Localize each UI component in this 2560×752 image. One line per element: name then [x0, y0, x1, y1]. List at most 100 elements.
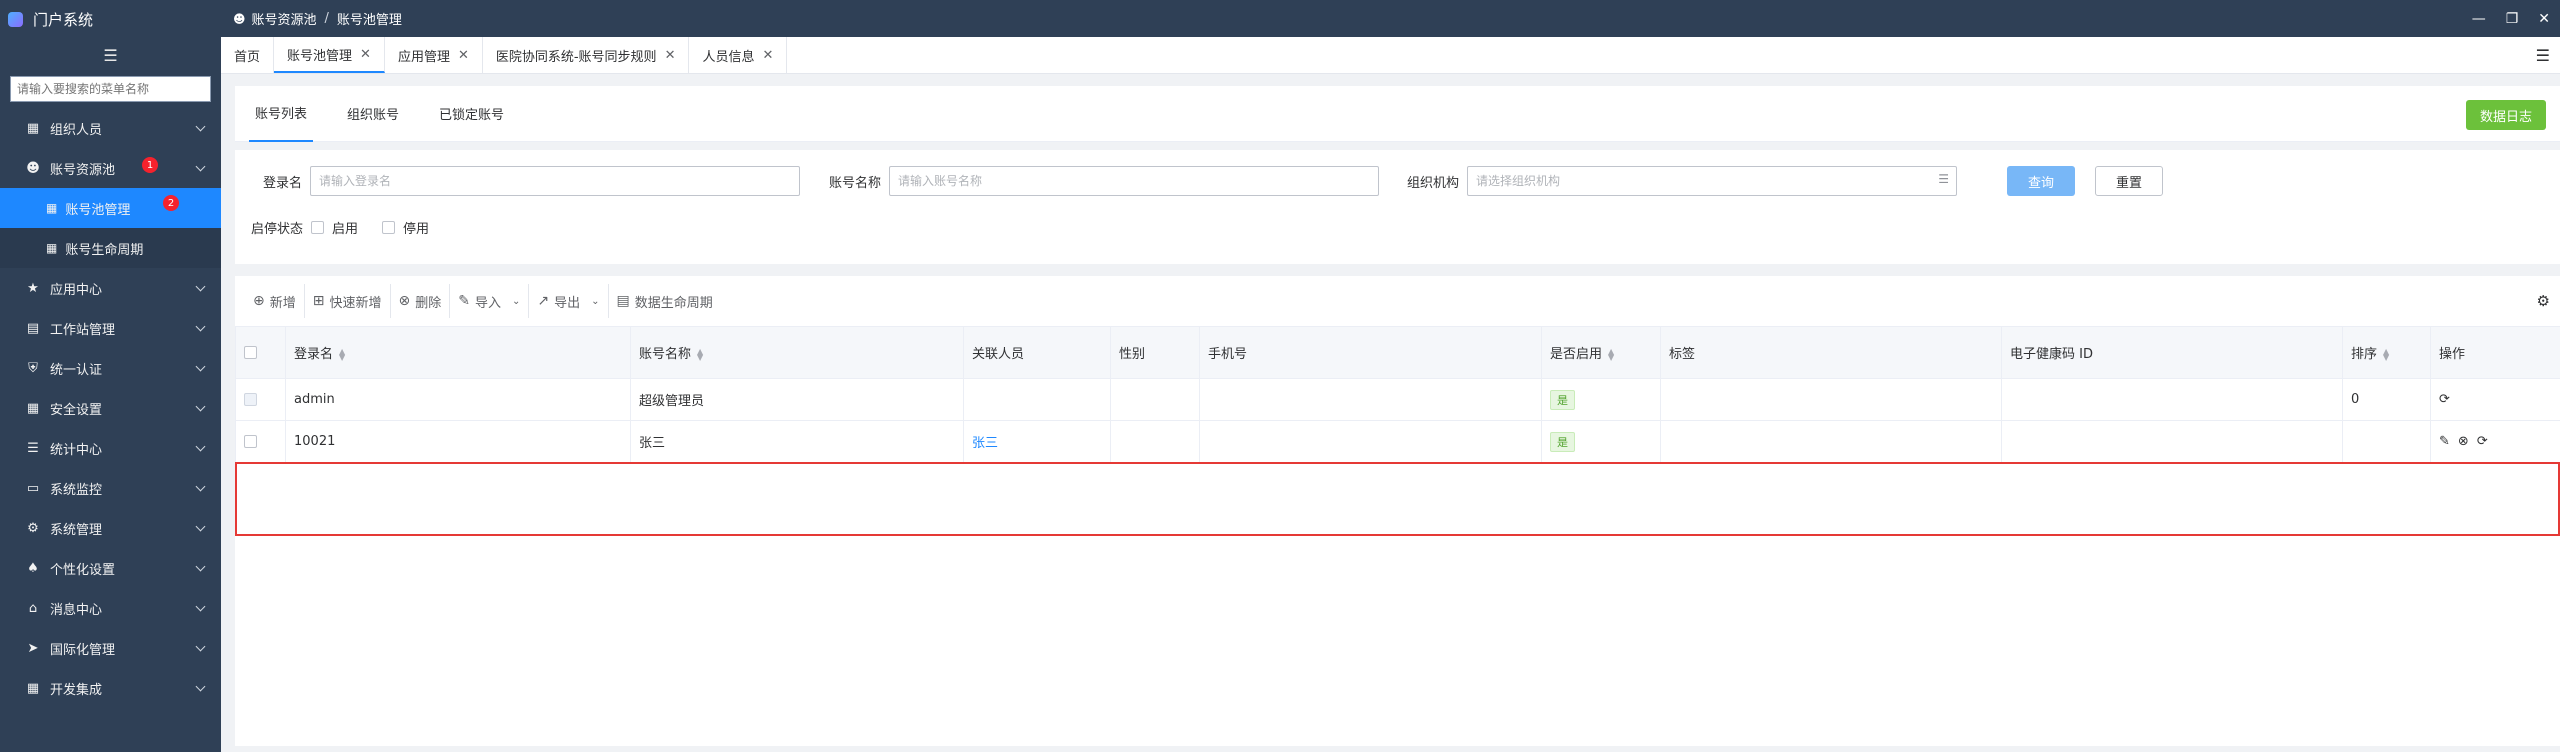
- org-select[interactable]: ☰: [1467, 166, 1958, 196]
- sidebar-item-messages[interactable]: ⌂ 消息中心: [0, 588, 221, 628]
- cell-actions: ⟳: [2430, 378, 2560, 421]
- tab-person-info[interactable]: 人员信息 ✕: [689, 37, 788, 73]
- account-filter: 账号名称: [829, 166, 1380, 196]
- list-icon: ☰: [1938, 172, 1950, 186]
- sort-icon[interactable]: ▲ ▼: [339, 347, 345, 361]
- sort-icon[interactable]: ▲ ▼: [1608, 347, 1614, 361]
- chevron-down-icon: [195, 283, 205, 293]
- subtab-locked-account[interactable]: 已锁定账号: [433, 86, 510, 142]
- account-table: 登录名 ▲ ▼ 账号名称 ▲ ▼ 关联人员 性别 手机号 是否启用 ▲ ▼ 标签 电子健康码…: [235, 326, 2560, 746]
- tab-app-management[interactable]: 应用管理 ✕: [385, 37, 483, 73]
- sidebar-subitem-account-lifecycle[interactable]: ▦ 账号生命周期: [0, 228, 221, 268]
- delete-button[interactable]: ⊗ 删除: [391, 284, 451, 318]
- filter-actions: 查询 重置: [2007, 166, 2163, 196]
- notification-badge: 1: [142, 157, 158, 173]
- person-link[interactable]: 张三: [972, 436, 998, 451]
- quick-add-button[interactable]: ⊞ 快速新增: [305, 284, 391, 318]
- subtab-account-list[interactable]: 账号列表: [249, 86, 314, 142]
- sidebar-item-dev-integration[interactable]: ▦ 开发集成: [0, 668, 221, 708]
- close-icon[interactable]: ✕: [2538, 11, 2550, 27]
- sidebar-item-org-people[interactable]: ▦ 组织人员: [0, 108, 221, 148]
- sidebar-item-monitor[interactable]: ▭ 系统监控: [0, 468, 221, 508]
- column-header-label: 电子健康码 ID: [2010, 347, 2093, 362]
- sidebar-item-workstation[interactable]: ▤ 工作站管理: [0, 308, 221, 348]
- sidebar-item-unified-auth[interactable]: ⛨ 统一认证: [0, 348, 221, 388]
- org-input[interactable]: [1467, 166, 1958, 196]
- sidebar-subitem-account-pool-management[interactable]: ▦ 账号池管理 2: [0, 188, 221, 228]
- sidebar-item-label: 安全设置: [50, 402, 103, 418]
- tab-sync-rules[interactable]: 医院协同系统-账号同步规则 ✕: [483, 37, 690, 73]
- sidebar-item-i18n[interactable]: ➤ 国际化管理: [0, 628, 221, 668]
- table-row[interactable]: admin 超级管理员 是 0 ⟳: [235, 378, 2560, 421]
- tab-account-pool[interactable]: 账号池管理 ✕: [274, 37, 385, 73]
- cell-order: [2342, 420, 2431, 463]
- tab-menu-button[interactable]: ☰: [2536, 37, 2560, 73]
- select-all-checkbox[interactable]: [244, 346, 257, 359]
- cell-tag: [1660, 420, 2002, 463]
- enabled-checkbox[interactable]: [311, 221, 325, 234]
- chevron-down-icon: [195, 643, 205, 653]
- close-icon[interactable]: ✕: [665, 48, 676, 63]
- refresh-icon[interactable]: ⟳: [2477, 434, 2488, 449]
- account-input[interactable]: [889, 166, 1380, 196]
- cell-enabled: 是: [1541, 378, 1661, 421]
- table-header-row: 登录名 ▲ ▼ 账号名称 ▲ ▼ 关联人员 性别 手机号 是否启用 ▲ ▼ 标签 电子健康码…: [235, 326, 2560, 379]
- column-header-login[interactable]: 登录名 ▲ ▼: [285, 326, 631, 379]
- column-header-enabled[interactable]: 是否启用 ▲ ▼: [1541, 326, 1661, 379]
- row-checkbox[interactable]: [244, 435, 257, 448]
- sidebar: 门户系统 ☰ ▦ 组织人员 ☻ 账号资源池 1 ▦ 账号池管理 2 ▦ 账号生命…: [0, 0, 221, 752]
- account-subtabs: 账号列表 组织账号 已锁定账号 数据日志: [235, 86, 2560, 142]
- sidebar-item-system[interactable]: ⚙ 系统管理: [0, 508, 221, 548]
- home-icon: ⌂: [28, 600, 38, 616]
- close-icon[interactable]: ✕: [762, 48, 773, 63]
- menu-collapse-button[interactable]: ☰: [0, 38, 221, 72]
- chevron-down-icon: [195, 123, 205, 133]
- restore-icon[interactable]: ❐: [2506, 11, 2519, 27]
- column-header-account[interactable]: 账号名称 ▲ ▼: [630, 326, 964, 379]
- window-controls: — ❐ ✕: [2472, 0, 2560, 37]
- minimize-icon[interactable]: —: [2472, 11, 2486, 27]
- sort-icon[interactable]: ▲ ▼: [2383, 347, 2389, 361]
- status-filter: 启停状态 启用 停用: [251, 218, 429, 237]
- cell-actions: ✎ ⊗ ⟳: [2430, 420, 2560, 463]
- column-header-tag: 标签: [1660, 326, 2002, 379]
- export-label: 导出: [554, 295, 581, 311]
- subtab-org-account[interactable]: 组织账号: [341, 86, 405, 142]
- query-button[interactable]: 查询: [2007, 166, 2075, 196]
- refresh-icon[interactable]: ⟳: [2439, 392, 2450, 407]
- sort-icon[interactable]: ▲ ▼: [697, 347, 703, 361]
- breadcrumb-level1[interactable]: 账号资源池: [252, 9, 317, 28]
- column-header-label: 操作: [2439, 347, 2466, 362]
- sidebar-item-personalize[interactable]: ♠ 个性化设置: [0, 548, 221, 588]
- tab-home[interactable]: 首页: [221, 37, 275, 73]
- export-button[interactable]: ↗ 导出 ⌄: [529, 284, 609, 318]
- highlight-box: [235, 462, 2560, 536]
- sidebar-item-statistics[interactable]: ☰ 统计中心: [0, 428, 221, 468]
- login-input[interactable]: [310, 166, 801, 196]
- row-checkbox[interactable]: [244, 393, 257, 406]
- cell-health-id: [2001, 420, 2343, 463]
- delete-circle-icon[interactable]: ⊗: [2458, 434, 2469, 449]
- menu-search-input[interactable]: [10, 76, 211, 102]
- chevron-down-icon: [195, 563, 205, 573]
- add-button[interactable]: ⊕ 新增: [245, 284, 305, 318]
- export-icon: ↗: [537, 293, 550, 309]
- close-icon[interactable]: ✕: [458, 48, 469, 63]
- quick-add-label: 快速新增: [329, 295, 382, 311]
- gear-icon[interactable]: ⚙: [2537, 292, 2550, 310]
- table-row[interactable]: 10021 张三 张三 是 ✎ ⊗ ⟳: [235, 420, 2560, 463]
- sidebar-item-account-pool[interactable]: ☻ 账号资源池 1: [0, 148, 221, 188]
- sidebar-item-security[interactable]: ▦ 安全设置: [0, 388, 221, 428]
- close-icon[interactable]: ✕: [360, 47, 371, 62]
- sidebar-item-app-center[interactable]: ★ 应用中心: [0, 268, 221, 308]
- chevron-down-icon: [195, 163, 205, 173]
- data-lifecycle-button[interactable]: ▤ 数据生命周期: [609, 284, 721, 318]
- import-button[interactable]: ✎ 导入 ⌄: [450, 284, 530, 318]
- data-log-button[interactable]: 数据日志: [2465, 100, 2546, 130]
- grid-icon: ▦: [46, 201, 58, 215]
- edit-icon[interactable]: ✎: [2439, 434, 2450, 449]
- reset-button[interactable]: 重置: [2095, 166, 2163, 196]
- chevron-down-icon: [195, 363, 205, 373]
- column-header-order[interactable]: 排序 ▲ ▼: [2342, 326, 2431, 379]
- disabled-checkbox[interactable]: [382, 221, 396, 234]
